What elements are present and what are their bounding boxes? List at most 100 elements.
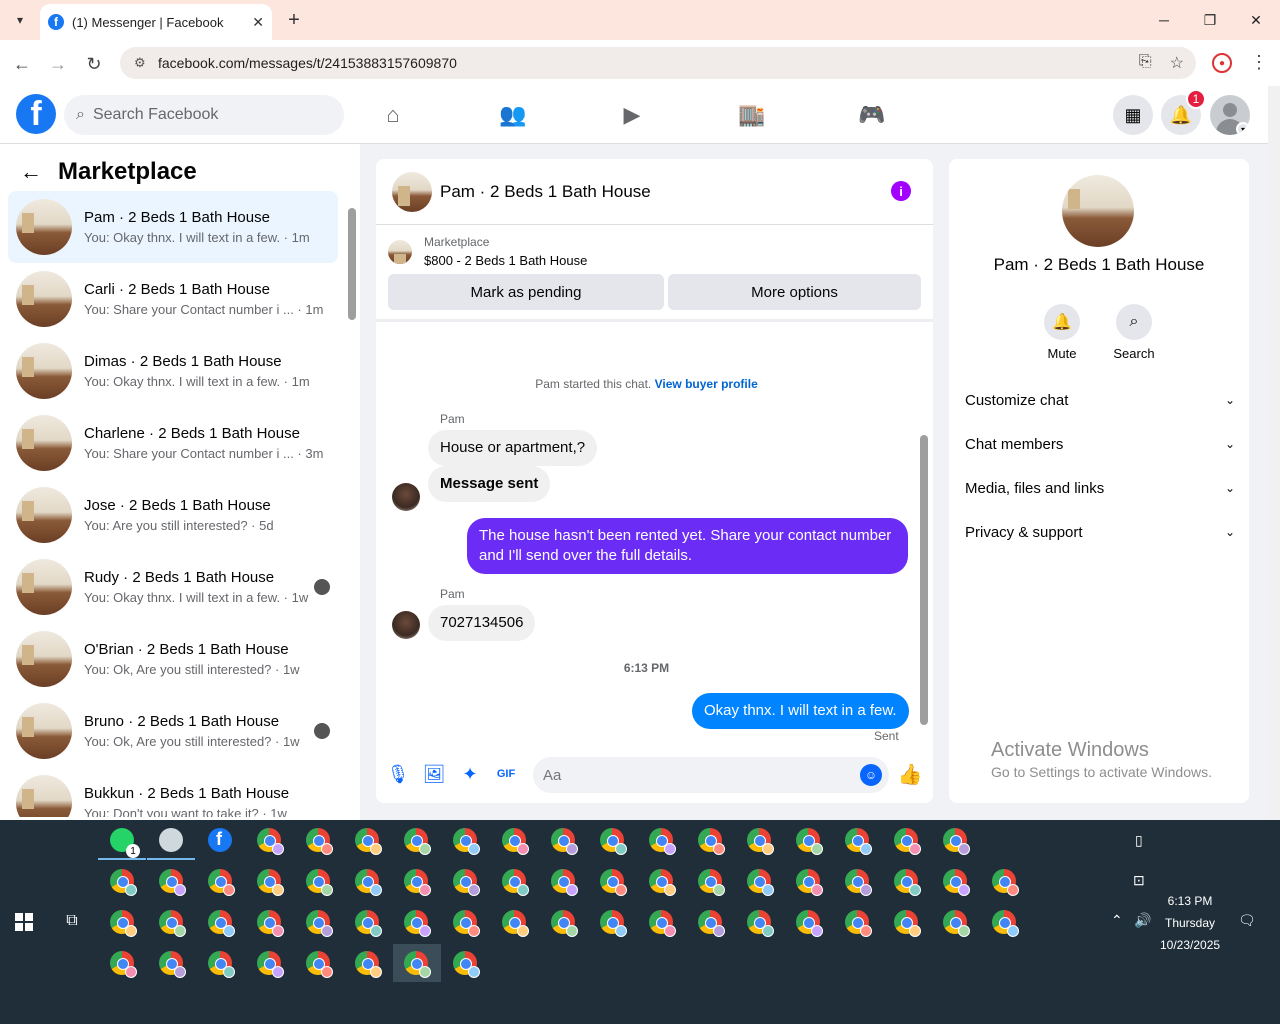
profile-picture[interactable] <box>1062 175 1134 247</box>
site-settings-icon[interactable]: ⚙ <box>134 55 154 71</box>
chrome-profile-icon[interactable] <box>404 951 431 978</box>
chrome-profile-icon[interactable] <box>208 910 235 937</box>
chrome-profile-icon[interactable] <box>796 869 823 896</box>
network-icon[interactable]: ⊡ <box>1133 872 1145 889</box>
chrome-profile-icon[interactable] <box>306 951 333 978</box>
video-icon[interactable]: ▶ <box>616 100 648 130</box>
privacy-support-row[interactable]: Privacy & support ⌄ <box>965 510 1235 554</box>
chrome-profile-icon[interactable] <box>502 910 529 937</box>
chrome-profile-icon[interactable] <box>110 869 137 896</box>
facebook-logo-icon[interactable]: f <box>16 94 56 134</box>
mark-pending-button[interactable]: Mark as pending <box>388 274 664 310</box>
chrome-profile-icon[interactable] <box>355 828 382 855</box>
chrome-profile-icon[interactable] <box>257 869 284 896</box>
thread-scrollbar[interactable] <box>917 325 931 743</box>
reload-button[interactable]: ↻ <box>82 52 106 76</box>
chrome-profile-icon[interactable] <box>551 828 578 855</box>
marketplace-listing[interactable]: Marketplace $800 - 2 Beds 1 Bath House <box>388 235 587 268</box>
attach-photo-icon[interactable]: 🖼 <box>423 763 446 785</box>
chrome-profile-icon[interactable] <box>257 951 284 978</box>
gif-icon[interactable]: GIF <box>495 763 517 785</box>
conversation-item[interactable]: Charlene · 2 Beds 1 Bath House You: Share… <box>8 407 338 479</box>
chrome-profile-icon[interactable] <box>159 869 186 896</box>
install-app-icon[interactable]: ⎘ <box>1139 53 1152 73</box>
menu-grid-icon[interactable]: ▦ <box>1113 95 1153 135</box>
chrome-profile-icon[interactable] <box>698 828 725 855</box>
emoji-icon[interactable]: ☺ <box>860 764 882 786</box>
new-tab-button[interactable]: + <box>282 8 306 32</box>
chrome-profile-icon[interactable] <box>992 869 1019 896</box>
more-options-button[interactable]: More options <box>668 274 921 310</box>
chrome-profile-icon[interactable] <box>600 869 627 896</box>
conversation-item[interactable]: Rudy · 2 Beds 1 Bath House You: Okay thnx… <box>8 551 338 623</box>
chrome-profile-icon[interactable] <box>110 910 137 937</box>
conversation-item[interactable]: Jose · 2 Beds 1 Bath House You: Are you s… <box>8 479 338 551</box>
chrome-profile-icon[interactable] <box>845 828 872 855</box>
chrome-profile-icon[interactable] <box>453 910 480 937</box>
chrome-profile-icon[interactable] <box>355 951 382 978</box>
marketplace-icon[interactable]: 🏬 <box>736 100 768 130</box>
restore-button[interactable]: ❐ <box>1188 6 1232 34</box>
account-avatar[interactable]: ▾ <box>1210 95 1250 135</box>
chrome-profile-icon[interactable] <box>502 828 529 855</box>
microphone-icon[interactable]: 🎙 <box>387 763 410 785</box>
chrome-profile-icon[interactable] <box>649 910 676 937</box>
conversation-item[interactable]: Bukkun · 2 Beds 1 Bath House You: Don't y… <box>8 767 338 817</box>
home-icon[interactable]: ⌂ <box>377 100 409 130</box>
page-scrollbar[interactable] <box>1268 86 1280 820</box>
chrome-profile-icon[interactable] <box>404 910 431 937</box>
forward-button[interactable]: → <box>46 52 70 76</box>
chrome-profile-icon[interactable] <box>747 828 774 855</box>
chrome-profile-icon[interactable] <box>747 910 774 937</box>
chat-avatar[interactable] <box>392 171 432 212</box>
chrome-profile-icon[interactable] <box>306 910 333 937</box>
back-arrow-icon[interactable]: ← <box>20 159 42 185</box>
chrome-profile-icon[interactable] <box>306 828 333 855</box>
friends-icon[interactable]: 👥 <box>497 100 529 130</box>
chrome-profile-icon[interactable] <box>649 869 676 896</box>
chrome-profile-icon[interactable] <box>355 910 382 937</box>
mute-action[interactable]: 🔔 Mute <box>1032 304 1092 361</box>
chrome-profile-icon[interactable] <box>306 869 333 896</box>
message-input[interactable] <box>533 757 889 793</box>
app-icon[interactable] <box>159 828 183 852</box>
conversation-item[interactable]: Bruno · 2 Beds 1 Bath House You: Ok, Are … <box>8 695 338 767</box>
chrome-profile-icon[interactable] <box>453 869 480 896</box>
show-hidden-icons-icon[interactable]: ⌃ <box>1111 912 1123 929</box>
chrome-profile-icon[interactable] <box>600 828 627 855</box>
volume-icon[interactable]: 🔊 <box>1134 912 1151 929</box>
facebook-taskbar-icon[interactable]: f <box>208 828 232 852</box>
chrome-profile-icon[interactable] <box>355 869 382 896</box>
conversation-item[interactable]: Carli · 2 Beds 1 Bath House You: Share yo… <box>8 263 338 335</box>
sender-avatar[interactable] <box>392 611 420 639</box>
close-window-button[interactable]: ✕ <box>1234 6 1278 34</box>
back-button[interactable]: ← <box>10 52 34 76</box>
chrome-profile-icon[interactable] <box>453 828 480 855</box>
chrome-profile-icon[interactable] <box>600 910 627 937</box>
tab-search-icon[interactable]: ▾ <box>8 8 32 32</box>
address-bar[interactable]: ⚙ facebook.com/messages/t/24153883157609… <box>120 47 1196 79</box>
sticker-icon[interactable]: ✦ <box>459 763 481 785</box>
close-tab-icon[interactable]: ✕ <box>252 14 264 31</box>
chrome-profile-icon[interactable] <box>894 828 921 855</box>
conversation-item[interactable]: O'Brian · 2 Beds 1 Bath House You: Ok, Ar… <box>8 623 338 695</box>
chrome-profile-icon[interactable] <box>502 869 529 896</box>
profile-icon[interactable]: ● <box>1212 53 1232 73</box>
chrome-profile-icon[interactable] <box>110 951 137 978</box>
bookmark-star-icon[interactable]: ☆ <box>1170 53 1184 73</box>
message-bubble-outgoing[interactable]: Okay thnx. I will text in a few. <box>692 693 909 729</box>
info-icon[interactable]: i <box>891 181 911 201</box>
chrome-profile-icon[interactable] <box>551 869 578 896</box>
windows-start-icon[interactable] <box>15 913 33 931</box>
chrome-profile-icon[interactable] <box>404 869 431 896</box>
chrome-profile-icon[interactable] <box>257 910 284 937</box>
sender-avatar[interactable] <box>392 483 420 511</box>
chrome-profile-icon[interactable] <box>698 910 725 937</box>
media-files-links-row[interactable]: Media, files and links ⌄ <box>965 466 1235 510</box>
message-bubble-outgoing[interactable]: The house hasn't been rented yet. Share … <box>467 518 908 574</box>
chrome-profile-icon[interactable] <box>159 951 186 978</box>
task-view-icon[interactable]: ⧉ <box>62 912 82 932</box>
chrome-profile-icon[interactable] <box>208 951 235 978</box>
chrome-profile-icon[interactable] <box>943 910 970 937</box>
chrome-profile-icon[interactable] <box>257 828 284 855</box>
